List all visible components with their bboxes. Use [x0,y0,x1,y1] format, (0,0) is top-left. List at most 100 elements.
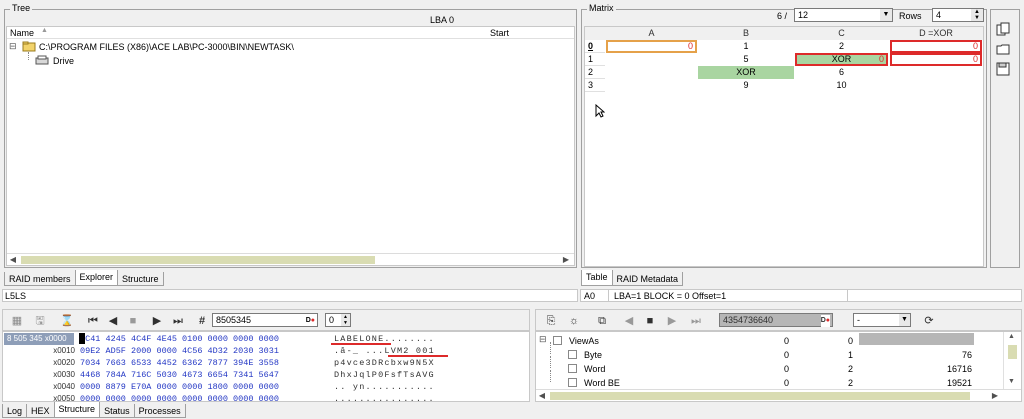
matrix-cell-b2[interactable]: XOR [698,66,794,79]
hex-bytes[interactable]: 7034 7663 6533 4452 6362 7877 394E 3558 [80,357,279,369]
struct-row[interactable]: Word 0 2 16716 [536,356,1001,375]
scroll-down-icon[interactable]: ▼ [1008,378,1015,385]
tab-explorer[interactable]: Explorer [74,270,119,286]
chevron-down-icon[interactable]: ▼ [880,9,892,21]
matrix-cell-a3[interactable] [605,79,698,92]
rows-spinner[interactable]: 4 ▲ ▼ [932,8,984,22]
struct-vscroll[interactable]: ▲ ▼ [1003,332,1021,390]
struct-last-icon[interactable]: ⏭ [688,313,704,329]
struct-hscroll-thumb[interactable] [550,392,970,400]
matrix-cell-c2[interactable]: 6 [794,66,889,79]
hex-ascii[interactable]: ................ [334,393,435,405]
hex-ascii[interactable]: DhxJqlP0FsfTsAVG [334,369,435,381]
struct-vscroll-thumb[interactable] [1008,345,1017,359]
matrix-cell-a0[interactable]: 0 [606,40,697,53]
matrix-cell-c1[interactable]: XOR 0 [795,53,888,66]
collapse-icon-2[interactable]: ⊟ [539,334,547,345]
tab-hex[interactable]: HEX [26,404,55,418]
struct-scroll-left-icon[interactable]: ◀ [536,390,548,402]
tree-view[interactable]: Name ▲ Start ⊟ C:\PROGRAM FILES (X86)\AC… [6,26,575,266]
chevron-down-icon-2[interactable]: ▼ [899,314,910,326]
row-header-3[interactable]: 3 [585,79,605,92]
tab-table[interactable]: Table [581,270,613,286]
tab-log[interactable]: Log [2,404,28,418]
struct-row[interactable]: Byte 0 1 76 [536,342,1001,361]
tab-structure-bottom[interactable]: Structure [53,402,101,418]
spin-icon-2[interactable]: ▲ ▼ [341,314,350,326]
hex-ascii[interactable]: p4vce3DRcbxw9N5X [334,357,435,369]
timer-icon[interactable]: ⌛ [59,313,75,329]
matrix-cell-d0[interactable]: 0 [890,40,982,53]
hash-icon[interactable]: # [194,313,210,329]
matrix-cell-d3[interactable] [889,79,983,92]
scroll-right-icon[interactable]: ▶ [560,254,572,266]
tab-structure[interactable]: Structure [117,272,164,286]
scroll-thumb[interactable] [21,256,375,264]
struct-row[interactable]: Word BE 0 2 19521 [536,370,1001,389]
tab-processes[interactable]: Processes [133,404,186,418]
prev-icon[interactable]: ◀ [105,313,121,329]
matrix-cell-d1[interactable]: 0 [890,53,982,66]
matrix-cell-c3[interactable]: 10 [794,79,889,92]
matrix-cell-b1[interactable]: 5 [698,53,794,66]
hex-bytes[interactable]: 4C41 4245 4C4F 4E45 0100 0000 0000 0000 [80,333,279,345]
struct-dec-toggle-icon[interactable]: D● [820,315,830,327]
save-icon[interactable] [995,62,1011,78]
tab-raid-members[interactable]: RAID members [4,272,76,286]
spin-icon[interactable]: ▲ ▼ [971,9,983,21]
struct-checkbox[interactable] [568,350,577,359]
tab-raid-metadata[interactable]: RAID Metadata [611,272,684,286]
dec-hex-toggle-icon[interactable]: D● [306,315,315,327]
col-header-c[interactable]: C [794,27,889,40]
hex-bytes[interactable]: 4468 784A 716C 5030 4673 6654 7341 5647 [80,369,279,381]
col-header-d[interactable]: D =XOR [889,27,983,40]
collapse-icon[interactable]: ⊟ [9,41,17,52]
matrix-cell-d2[interactable] [889,66,983,79]
tree-hscrollbar[interactable]: ◀ ▶ [7,253,574,265]
hex-bytes[interactable]: 09E2 AD5F 2000 0000 4C56 4D32 2030 3031 [80,345,279,357]
matrix-cell-a1[interactable] [605,53,698,66]
row-header-0[interactable]: 0 [585,40,605,53]
struct-value-input[interactable]: 4354736640 D● [719,313,833,327]
row-header-2[interactable]: 2 [585,66,605,79]
open-icon[interactable] [995,42,1011,58]
refresh-icon[interactable]: ⟳ [921,313,937,329]
matrix-cell-c0[interactable]: 2 [794,40,889,53]
hex-view[interactable]: 8 505 345 x0000 4C41 4245 4C4F 4E45 0100… [2,331,530,405]
bug-icon[interactable]: ☼ [566,313,582,329]
save-dump-icon[interactable]: 🖫 [32,313,48,329]
struct-next-icon[interactable]: ▶ [664,313,680,329]
copy-icon[interactable]: ⧉ [594,313,610,329]
hex-ascii[interactable]: .. yn........... [334,381,435,393]
col-header-a[interactable]: A [605,27,698,40]
offset-spinner[interactable]: 0 ▲ ▼ [325,313,351,327]
struct-row[interactable]: ⊟ ViewAs 0 0 [536,334,1001,347]
matrix-cell-b0[interactable]: 1 [698,40,794,53]
struct-view[interactable]: ⊟ ViewAs 0 0 Byte 0 1 76 Word 0 2 16716 Word BE 0 2 195… [535,331,1022,402]
last-icon[interactable]: ⏭ [170,313,186,329]
hex-bytes[interactable]: 0000 8879 E70A 0000 0000 1800 0000 0000 [80,381,279,393]
matrix-cell-b3[interactable]: 9 [698,79,794,92]
struct-hscrollbar[interactable]: ◀ ▶ [536,389,1021,401]
scroll-left-icon[interactable]: ◀ [7,254,19,266]
struct-stop-icon[interactable]: ■ [642,313,658,329]
struct-checkbox[interactable] [553,336,562,345]
scroll-up-icon[interactable]: ▲ [1008,333,1015,340]
struct-select[interactable]: - ▼ [853,313,911,327]
struct-prev-icon[interactable]: ◀ [621,313,637,329]
tab-status[interactable]: Status [99,404,135,418]
first-icon[interactable]: ⏮ [85,313,101,329]
matrix-cell-a2[interactable] [605,66,698,79]
grid-icon[interactable]: ▦ [9,313,25,329]
struct-checkbox[interactable] [568,364,577,373]
col-name-header[interactable]: Name [10,28,34,38]
col-start-header[interactable]: Start [490,28,509,38]
stop-icon[interactable]: ■ [125,313,141,329]
struct-checkbox[interactable] [568,378,577,387]
jump-input[interactable]: 8505345 D● [212,313,318,327]
matrix-select[interactable]: 12 ▼ [794,8,893,22]
copy-layout-icon[interactable] [995,22,1011,38]
next-icon[interactable]: ▶ [149,313,165,329]
export-icon[interactable]: ⎘ [543,313,559,329]
row-header-1[interactable]: 1 [585,53,605,66]
